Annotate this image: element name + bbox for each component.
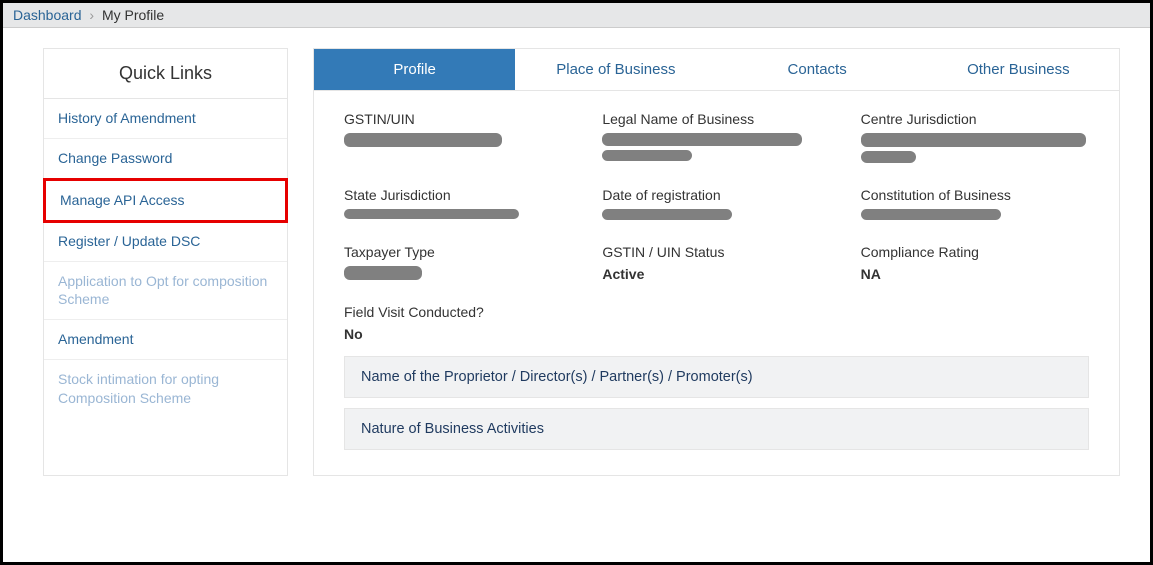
sidebar-item-stock-intimation: Stock intimation for opting Composition … xyxy=(44,360,287,418)
profile-panel: GSTIN/UIN Legal Name of Business Centre … xyxy=(313,90,1120,476)
gstin-status-label: GSTIN / UIN Status xyxy=(602,244,830,260)
breadcrumb-dashboard-link[interactable]: Dashboard xyxy=(13,7,82,23)
field-compliance-rating: Compliance Rating NA xyxy=(861,244,1089,284)
accordion-proprietor-directors[interactable]: Name of the Proprietor / Director(s) / P… xyxy=(344,356,1089,398)
tab-contacts[interactable]: Contacts xyxy=(717,49,918,90)
compliance-rating-label: Compliance Rating xyxy=(861,244,1089,260)
breadcrumb-separator: › xyxy=(89,7,94,23)
sidebar-item-change-password[interactable]: Change Password xyxy=(44,139,287,179)
date-registration-value-redacted xyxy=(602,209,830,220)
field-visit-conducted: Field Visit Conducted? No xyxy=(344,304,572,342)
centre-jurisdiction-value-redacted xyxy=(861,133,1089,163)
field-legal-name: Legal Name of Business xyxy=(602,111,830,167)
field-date-registration: Date of registration xyxy=(602,187,830,224)
field-gstin-status: GSTIN / UIN Status Active xyxy=(602,244,830,284)
constitution-value-redacted xyxy=(861,209,1089,220)
legal-name-label: Legal Name of Business xyxy=(602,111,830,127)
state-jurisdiction-label: State Jurisdiction xyxy=(344,187,572,203)
tab-bar: Profile Place of Business Contacts Other… xyxy=(313,48,1120,90)
field-state-jurisdiction: State Jurisdiction xyxy=(344,187,572,224)
gstin-value-redacted xyxy=(344,133,572,147)
compliance-rating-value: NA xyxy=(861,266,1089,282)
tab-other-business[interactable]: Other Business xyxy=(918,49,1119,90)
taxpayer-type-value-redacted xyxy=(344,266,572,280)
breadcrumb: Dashboard › My Profile xyxy=(3,3,1150,28)
sidebar-item-application-composition: Application to Opt for composition Schem… xyxy=(44,262,287,321)
constitution-label: Constitution of Business xyxy=(861,187,1089,203)
field-gstin: GSTIN/UIN xyxy=(344,111,572,167)
field-centre-jurisdiction: Centre Jurisdiction xyxy=(861,111,1089,167)
sidebar-item-manage-api-access[interactable]: Manage API Access xyxy=(43,178,288,223)
quick-links-sidebar: Quick Links History of Amendment Change … xyxy=(43,48,288,476)
state-jurisdiction-value-redacted xyxy=(344,209,572,219)
field-taxpayer-type: Taxpayer Type xyxy=(344,244,572,284)
sidebar-title: Quick Links xyxy=(44,49,287,99)
breadcrumb-current: My Profile xyxy=(102,7,164,23)
centre-jurisdiction-label: Centre Jurisdiction xyxy=(861,111,1089,127)
sidebar-item-amendment[interactable]: Amendment xyxy=(44,320,287,360)
sidebar-item-register-update-dsc[interactable]: Register / Update DSC xyxy=(44,222,287,262)
accordion-business-activities[interactable]: Nature of Business Activities xyxy=(344,408,1089,450)
gstin-label: GSTIN/UIN xyxy=(344,111,572,127)
date-registration-label: Date of registration xyxy=(602,187,830,203)
field-visit-value: No xyxy=(344,326,572,342)
field-visit-label: Field Visit Conducted? xyxy=(344,304,572,320)
tab-profile[interactable]: Profile xyxy=(314,49,515,90)
field-constitution: Constitution of Business xyxy=(861,187,1089,224)
main-content: Profile Place of Business Contacts Other… xyxy=(313,48,1120,476)
tab-place-of-business[interactable]: Place of Business xyxy=(515,49,716,90)
gstin-status-value: Active xyxy=(602,266,830,282)
sidebar-item-history-amendment[interactable]: History of Amendment xyxy=(44,99,287,139)
legal-name-value-redacted xyxy=(602,133,830,161)
taxpayer-type-label: Taxpayer Type xyxy=(344,244,572,260)
